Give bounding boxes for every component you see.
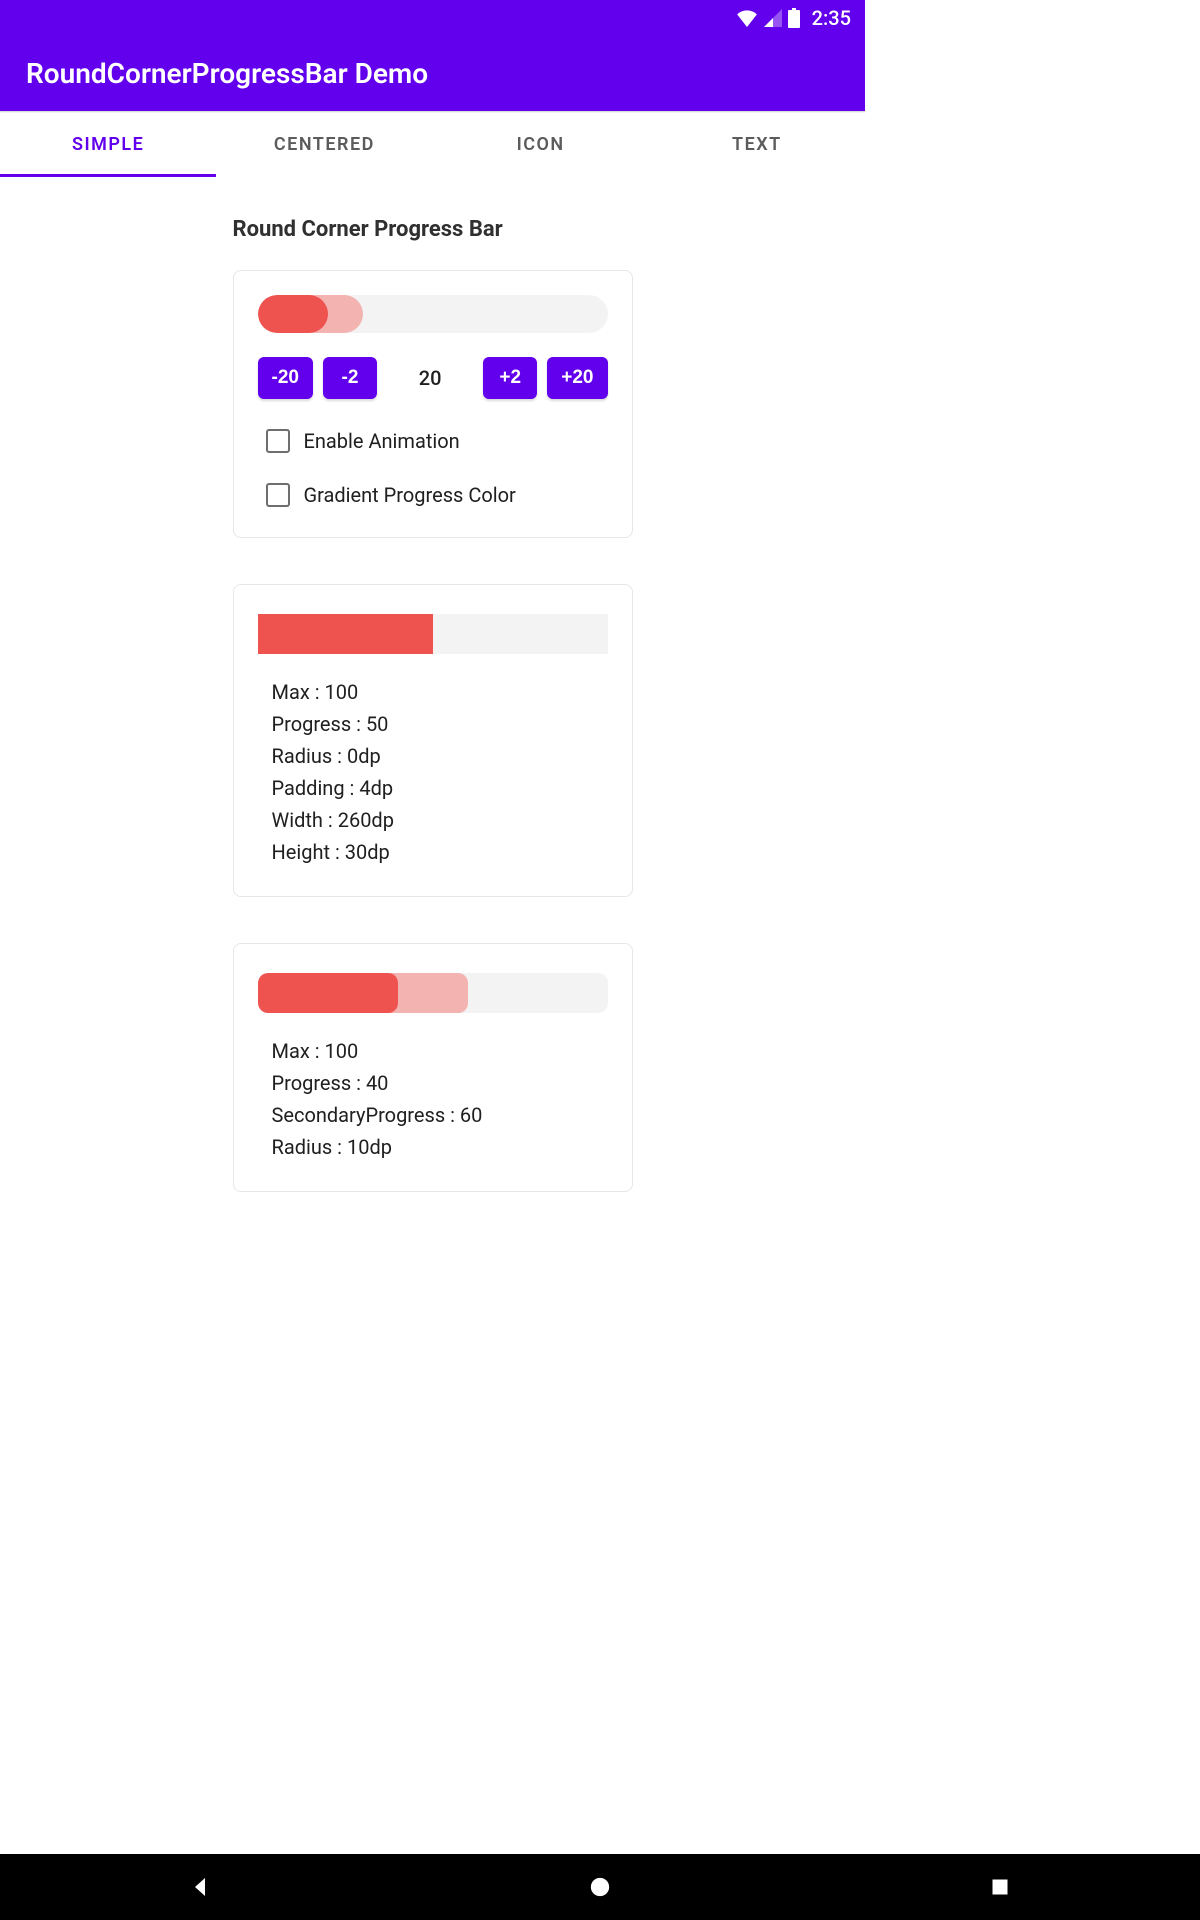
progress-fill-3 — [258, 973, 398, 1013]
app-bar: RoundCornerProgressBar Demo — [0, 36, 865, 111]
content-area: Round Corner Progress Bar -20 -2 20 +2 +… — [0, 177, 865, 1192]
info-row: Max : 100 — [272, 680, 594, 704]
button-row: -20 -2 20 +2 +20 — [258, 357, 608, 399]
progress-bar-3 — [258, 973, 608, 1013]
tab-centered[interactable]: CENTERED — [216, 113, 432, 176]
info-list-2: Max : 100 Progress : 50 Radius : 0dp Pad… — [258, 680, 608, 864]
app-title: RoundCornerProgressBar Demo — [26, 57, 428, 90]
info-row: Progress : 50 — [272, 712, 594, 736]
demo-card-2: Max : 100 Progress : 50 Radius : 0dp Pad… — [233, 584, 633, 897]
info-row: Radius : 10dp — [272, 1135, 594, 1159]
tab-text[interactable]: TEXT — [649, 113, 865, 176]
progress-bar-1 — [258, 295, 608, 333]
progress-fill-1 — [258, 295, 328, 333]
tab-simple[interactable]: SIMPLE — [0, 113, 216, 176]
demo-card-interactive: -20 -2 20 +2 +20 Enable Animation Gradie… — [233, 270, 633, 538]
battery-icon — [788, 8, 800, 28]
gradient-label: Gradient Progress Color — [304, 483, 516, 507]
info-row: Padding : 4dp — [272, 776, 594, 800]
decrement-20-button[interactable]: -20 — [258, 357, 313, 399]
progress-value-text: 20 — [387, 366, 473, 390]
info-row: SecondaryProgress : 60 — [272, 1103, 594, 1127]
info-list-3: Max : 100 Progress : 40 SecondaryProgres… — [258, 1039, 608, 1159]
demo-card-3: Max : 100 Progress : 40 SecondaryProgres… — [233, 943, 633, 1192]
status-bar: 2:35 — [0, 0, 865, 36]
home-button[interactable] — [586, 1873, 614, 1901]
info-row: Height : 30dp — [272, 840, 594, 864]
cellular-icon — [764, 9, 782, 27]
increment-2-button[interactable]: +2 — [483, 357, 537, 399]
wifi-icon — [736, 9, 758, 27]
info-row: Radius : 0dp — [272, 744, 594, 768]
progress-fill-2 — [258, 614, 433, 654]
enable-animation-label: Enable Animation — [304, 429, 460, 453]
recents-button[interactable] — [986, 1873, 1014, 1901]
progress-bar-2 — [258, 614, 608, 654]
gradient-checkbox[interactable] — [266, 483, 290, 507]
tab-bar: SIMPLE CENTERED ICON TEXT — [0, 113, 865, 177]
section-title: Round Corner Progress Bar — [233, 217, 633, 242]
back-button[interactable] — [186, 1873, 214, 1901]
info-row: Max : 100 — [272, 1039, 594, 1063]
navigation-bar — [0, 1854, 1200, 1920]
gradient-row: Gradient Progress Color — [266, 483, 600, 507]
enable-animation-checkbox[interactable] — [266, 429, 290, 453]
info-row: Progress : 40 — [272, 1071, 594, 1095]
enable-animation-row: Enable Animation — [266, 429, 600, 453]
increment-20-button[interactable]: +20 — [547, 357, 607, 399]
decrement-2-button[interactable]: -2 — [323, 357, 377, 399]
info-row: Width : 260dp — [272, 808, 594, 832]
status-time: 2:35 — [812, 6, 851, 30]
tab-icon[interactable]: ICON — [433, 113, 649, 176]
